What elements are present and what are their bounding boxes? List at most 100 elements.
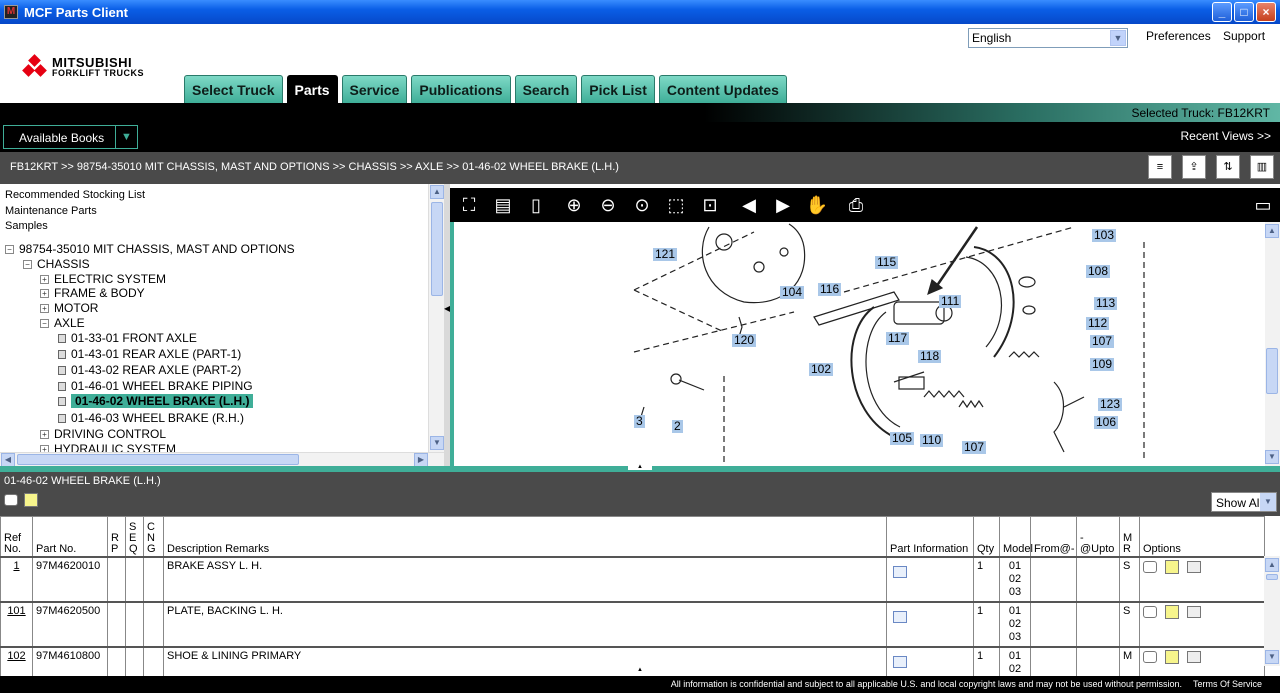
preferences-link[interactable]: Preferences xyxy=(1146,29,1211,43)
expand-icon[interactable]: + xyxy=(40,304,49,314)
fit-to-window-icon[interactable]: ⛶ xyxy=(456,192,482,218)
part-info-icon[interactable] xyxy=(893,655,907,668)
callout-label[interactable]: 120 xyxy=(732,334,757,347)
scroll-down-icon[interactable]: ▼ xyxy=(1265,450,1279,464)
tree-leaf[interactable]: 01-33-01 FRONT AXLE xyxy=(58,331,197,345)
expand-icon[interactable]: + xyxy=(40,445,49,452)
tree-scrollbar[interactable]: ▲ ▼ xyxy=(428,184,444,452)
ref-link[interactable]: 1 xyxy=(4,560,29,573)
tab-publications[interactable]: Publications xyxy=(411,75,511,103)
note-icon[interactable] xyxy=(1165,604,1179,619)
scroll-thumb[interactable] xyxy=(431,202,443,296)
callout-label[interactable]: 115 xyxy=(875,256,899,269)
chevron-down-icon[interactable]: ▼ xyxy=(1260,493,1276,511)
callout-label[interactable]: 107 xyxy=(962,441,987,454)
comment-icon[interactable] xyxy=(1143,650,1157,663)
callout-label[interactable]: 111 xyxy=(939,295,962,308)
add-to-list-icon[interactable] xyxy=(1187,650,1201,663)
expand-icon[interactable]: + xyxy=(40,289,49,299)
tab-parts[interactable]: Parts xyxy=(286,75,338,103)
collapse-icon[interactable]: − xyxy=(40,319,49,329)
chevron-down-icon[interactable]: ▼ xyxy=(1110,30,1126,46)
maximize-view-icon[interactable]: ▭ xyxy=(1250,192,1276,218)
callout-label[interactable]: 102 xyxy=(809,363,834,376)
callout-label[interactable]: 108 xyxy=(1086,265,1111,278)
maximize-button[interactable]: □ xyxy=(1234,2,1254,22)
callout-label[interactable]: 104 xyxy=(780,286,805,299)
hscroll-thumb[interactable] xyxy=(17,454,299,465)
tab-content-updates[interactable]: Content Updates xyxy=(658,75,787,103)
scroll-up-icon[interactable]: ▲ xyxy=(430,185,444,199)
collapse-icon[interactable]: − xyxy=(5,245,14,255)
tree-link-stocking[interactable]: Recommended Stocking List xyxy=(5,189,145,201)
zoom-out-icon[interactable]: ⊖ xyxy=(595,192,621,218)
tree-leaf[interactable]: 01-46-01 WHEEL BRAKE PIPING xyxy=(58,379,253,393)
callout-label[interactable]: 113 xyxy=(1094,297,1118,310)
tree-node-axle[interactable]: − AXLE xyxy=(40,316,85,330)
scroll-down-icon[interactable]: ▼ xyxy=(1265,650,1279,664)
tree-node-driving[interactable]: + DRIVING CONTROL xyxy=(40,427,166,441)
comment-icon[interactable] xyxy=(4,494,18,506)
language-select[interactable]: English ▼ xyxy=(968,28,1128,48)
table-row[interactable]: 101 97M4620500 PLATE, BACKING L. H. 1 01… xyxy=(0,600,1265,647)
tab-select-truck[interactable]: Select Truck xyxy=(184,75,283,103)
callout-label[interactable]: 3 xyxy=(634,415,645,428)
tab-search[interactable]: Search xyxy=(514,75,578,103)
diagram-scrollbar[interactable]: ▲ ▼ xyxy=(1265,222,1280,466)
callout-label[interactable]: 106 xyxy=(1094,416,1119,429)
parts-diagram[interactable]: 121 115 116 104 111 103 108 113 112 120 … xyxy=(450,222,1265,466)
ref-link[interactable]: 102 xyxy=(4,650,29,663)
fit-width-icon[interactable]: ▤ xyxy=(490,192,516,218)
expand-icon[interactable]: + xyxy=(40,275,49,285)
layout-toggle-icon[interactable]: ⇅ xyxy=(1216,155,1240,179)
previous-icon[interactable]: ◀ xyxy=(736,192,762,218)
scroll-thumb[interactable] xyxy=(1266,348,1278,394)
minimize-button[interactable]: _ xyxy=(1212,2,1232,22)
comment-icon[interactable] xyxy=(1143,605,1157,618)
parts-scrollbar[interactable]: ▲ ▼ xyxy=(1264,556,1280,666)
collapse-up-icon[interactable]: ▲ xyxy=(628,464,652,470)
ref-link[interactable]: 101 xyxy=(4,605,29,618)
zoom-area-icon[interactable]: ⬚ xyxy=(663,192,689,218)
tree-link-samples[interactable]: Samples xyxy=(5,220,48,232)
chart-view-icon[interactable]: ▥ xyxy=(1250,155,1274,179)
callout-label[interactable]: 118 xyxy=(918,350,942,363)
callout-label[interactable]: 103 xyxy=(1092,229,1117,242)
callout-label[interactable]: 112 xyxy=(1086,317,1110,330)
support-link[interactable]: Support xyxy=(1223,29,1265,43)
available-books-dropdown[interactable]: Available Books ▼ xyxy=(3,125,138,149)
tab-pick-list[interactable]: Pick List xyxy=(581,75,655,103)
fit-height-icon[interactable]: ▯ xyxy=(523,192,549,218)
expand-icon[interactable]: + xyxy=(40,430,49,440)
tab-service[interactable]: Service xyxy=(341,75,408,103)
part-info-icon[interactable] xyxy=(893,610,907,623)
callout-label[interactable]: 2 xyxy=(672,420,683,433)
scroll-right-icon[interactable]: ▶ xyxy=(414,453,428,467)
tree-node-electric[interactable]: + ELECTRIC SYSTEM xyxy=(40,272,166,286)
print-icon[interactable]: ⎙ xyxy=(843,192,869,218)
tree-node-root[interactable]: −98754-35010 MIT CHASSIS, MAST AND OPTIO… xyxy=(5,242,295,256)
recent-views-link[interactable]: Recent Views >> xyxy=(1181,129,1272,143)
scroll-up-icon[interactable]: ▲ xyxy=(1265,224,1279,238)
tree-leaf-selected[interactable]: 01-46-02 WHEEL BRAKE (L.H.) xyxy=(58,394,254,408)
callout-label[interactable]: 105 xyxy=(890,432,915,445)
scroll-thumb[interactable] xyxy=(1266,574,1278,580)
zoom-reset-icon[interactable]: ⊙ xyxy=(629,192,655,218)
list-view-icon[interactable]: ≡ xyxy=(1148,155,1172,179)
add-to-list-icon[interactable] xyxy=(1187,605,1201,618)
zoom-in-icon[interactable]: ⊕ xyxy=(561,192,587,218)
note-icon[interactable] xyxy=(1165,559,1179,574)
tree-node-chassis[interactable]: − CHASSIS xyxy=(23,257,90,271)
tree-node-motor[interactable]: + MOTOR xyxy=(40,301,98,315)
tree-leaf[interactable]: 01-43-01 REAR AXLE (PART-1) xyxy=(58,347,241,361)
tree-leaf[interactable]: 01-46-03 WHEEL BRAKE (R.H.) xyxy=(58,411,244,425)
note-icon[interactable] xyxy=(1165,649,1179,664)
tree-node-hydraulic[interactable]: + HYDRAULIC SYSTEM xyxy=(40,442,176,452)
breadcrumb[interactable]: FB12KRT >> 98754-35010 MIT CHASSIS, MAST… xyxy=(10,161,619,173)
callout-label[interactable]: 116 xyxy=(818,283,842,296)
tree-leaf[interactable]: 01-43-02 REAR AXLE (PART-2) xyxy=(58,363,241,377)
collapse-icon[interactable]: − xyxy=(23,260,32,270)
callout-label[interactable]: 107 xyxy=(1090,335,1115,348)
terms-of-service-link[interactable]: Terms Of Service xyxy=(1193,679,1262,689)
callout-label[interactable]: 117 xyxy=(886,332,910,345)
